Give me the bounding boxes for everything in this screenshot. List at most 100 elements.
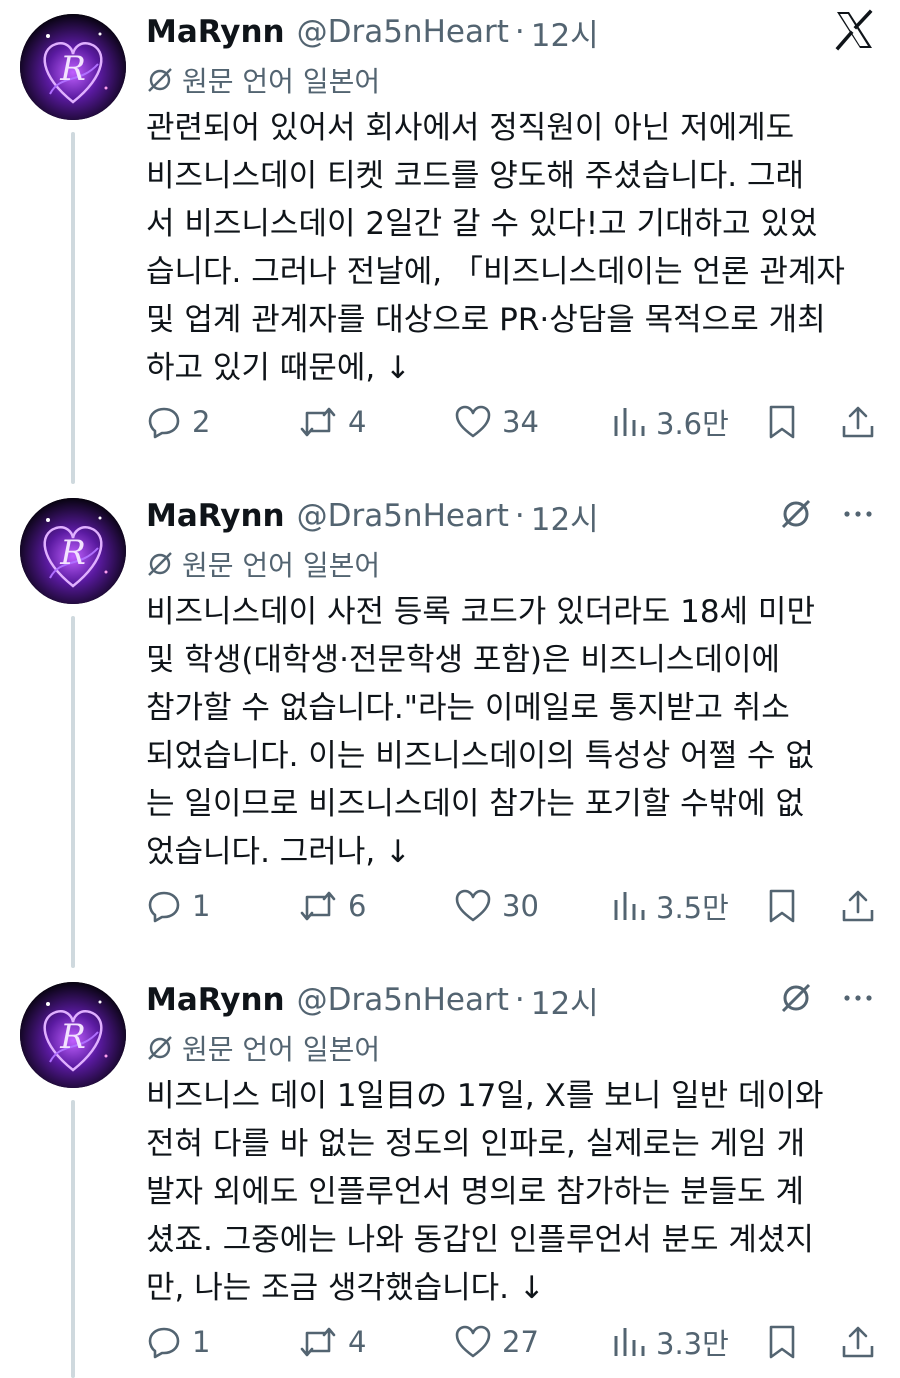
tweet-text: 비즈니스데이 사전 등록 코드가 있더라도 18세 미만 및 학생(대학생·전문… (146, 588, 886, 876)
user-handle[interactable]: @Dra5nHeart (297, 498, 509, 534)
action-bar: 1 4 27 3.3만 (146, 1318, 881, 1366)
reply-icon (148, 891, 180, 923)
bookmark-button[interactable] (766, 882, 808, 930)
text-line: 참가할 수 없습니다."라는 이메일로 통지받고 취소 (146, 690, 790, 726)
translate-icon[interactable] (778, 980, 814, 1016)
translate-icon[interactable] (778, 496, 814, 532)
bookmark-icon (769, 405, 795, 439)
reply-button[interactable]: 1 (146, 1318, 210, 1366)
tweet-text: 관련되어 있어서 회사에서 정직원이 아닌 저에게도 비즈니스데이 티켓 코드를… (146, 104, 886, 392)
x-logo-icon[interactable] (832, 8, 876, 52)
separator-dot: · (514, 14, 525, 50)
tweet-header: MaRynn @Dra5nHeart · 12시 (146, 494, 599, 538)
timestamp[interactable]: 12시 (531, 10, 599, 55)
repost-button[interactable]: 4 (298, 398, 366, 446)
share-button[interactable] (840, 1318, 886, 1366)
views-button[interactable]: 3.6만 (612, 398, 729, 446)
avatar[interactable]: R (20, 982, 126, 1088)
heart-icon (455, 889, 491, 922)
reply-icon (148, 407, 180, 439)
avatar[interactable]: R (20, 498, 126, 604)
share-icon (842, 406, 874, 438)
repost-icon (300, 891, 336, 921)
share-button[interactable] (840, 398, 886, 446)
text-line: 되었습니다. 이는 비즈니스데이의 특성상 어쩔 수 없 (146, 738, 814, 774)
translation-notice[interactable]: 원문 언어 일본어 (146, 546, 380, 582)
tweet[interactable]: R MaRynn @Dra5nHeart · 12시 원문 언어 일본어 비즈니… (0, 968, 900, 1378)
text-line: 하고 있기 때문에, ↓ (146, 350, 412, 386)
svg-text:R: R (59, 49, 86, 89)
reply-button[interactable]: 1 (146, 882, 210, 930)
translation-label: 원문 언어 일본어 (182, 549, 381, 582)
user-handle[interactable]: @Dra5nHeart (297, 14, 509, 50)
top-right-controls (832, 8, 876, 52)
analytics-icon (614, 1328, 645, 1356)
timestamp[interactable]: 12시 (531, 494, 599, 539)
like-count: 34 (502, 405, 539, 439)
translate-icon (148, 68, 172, 92)
action-bar: 2 4 34 3.6만 (146, 398, 881, 446)
avatar[interactable]: R (20, 14, 126, 120)
user-handle[interactable]: @Dra5nHeart (297, 982, 509, 1018)
timestamp[interactable]: 12시 (531, 978, 599, 1023)
tweet-header: MaRynn @Dra5nHeart · 12시 (146, 978, 599, 1022)
tweet-text: 비즈니스 데이 1일目の 17일, X를 보니 일반 데이와 전혀 다를 바 없… (146, 1072, 886, 1312)
like-button[interactable]: 30 (454, 882, 539, 930)
share-icon (842, 1326, 874, 1358)
view-count: 3.6만 (656, 407, 729, 441)
analytics-icon (614, 408, 645, 436)
separator-dot: · (514, 982, 525, 1018)
text-line: 습니다. 그러나 전날에, 「비즈니스데이는 언론 관계자 (146, 254, 845, 290)
more-options-icon[interactable] (840, 496, 876, 532)
bookmark-button[interactable] (766, 398, 808, 446)
display-name[interactable]: MaRynn (146, 498, 285, 534)
tweet[interactable]: R MaRynn @Dra5nHeart · 12시 원문 언어 일본어 관련되… (0, 0, 900, 484)
translation-notice[interactable]: 원문 언어 일본어 (146, 1030, 380, 1066)
text-line: 비즈니스데이 티켓 코드를 양도해 주셨습니다. 그래 (146, 158, 805, 194)
repost-icon (300, 1327, 336, 1357)
text-line: 비즈니스데이 사전 등록 코드가 있더라도 18세 미만 (146, 594, 815, 630)
top-right-controls (778, 496, 876, 532)
bookmark-button[interactable] (766, 1318, 808, 1366)
view-count: 3.5만 (656, 891, 729, 925)
like-button[interactable]: 34 (454, 398, 539, 446)
like-button[interactable]: 27 (454, 1318, 539, 1366)
translate-icon (148, 1036, 172, 1060)
display-name[interactable]: MaRynn (146, 982, 285, 1018)
text-line: 서 비즈니스데이 2일간 갈 수 있다!고 기대하고 있었 (146, 206, 818, 242)
reply-count: 1 (192, 1325, 211, 1359)
reply-icon (148, 1327, 180, 1359)
like-count: 27 (502, 1325, 539, 1359)
svg-text:R: R (59, 533, 86, 573)
translation-label: 원문 언어 일본어 (182, 1033, 381, 1066)
share-icon (842, 890, 874, 922)
like-count: 30 (502, 889, 539, 923)
repost-button[interactable]: 4 (298, 1318, 366, 1366)
bookmark-icon (769, 889, 795, 923)
text-line: 셨죠. 그중에는 나와 동갑인 인플루언서 분도 계셨지 (146, 1222, 814, 1258)
separator-dot: · (514, 498, 525, 534)
repost-icon (300, 407, 336, 437)
views-button[interactable]: 3.3만 (612, 1318, 729, 1366)
translate-icon (148, 552, 172, 576)
text-line: 발자 외에도 인플루언서 명의로 참가하는 분들도 계 (146, 1174, 805, 1210)
share-button[interactable] (840, 882, 886, 930)
text-line: 는 일이므로 비즈니스데이 참가는 포기할 수밖에 없 (146, 786, 805, 822)
display-name[interactable]: MaRynn (146, 14, 285, 50)
reply-button[interactable]: 2 (146, 398, 210, 446)
view-count: 3.3만 (656, 1327, 729, 1361)
text-line: 비즈니스 데이 1일目の 17일, X를 보니 일반 데이와 (146, 1078, 824, 1114)
translation-label: 원문 언어 일본어 (182, 65, 381, 98)
tweet-header: MaRynn @Dra5nHeart · 12시 (146, 10, 599, 54)
tweet[interactable]: R MaRynn @Dra5nHeart · 12시 원문 언어 일본어 비즈니… (0, 484, 900, 968)
repost-count: 6 (348, 889, 367, 923)
repost-count: 4 (348, 1325, 367, 1359)
text-line: 관련되어 있어서 회사에서 정직원이 아닌 저에게도 (146, 110, 795, 146)
views-button[interactable]: 3.5만 (612, 882, 729, 930)
reply-count: 2 (192, 405, 211, 439)
avatar-image: R (20, 982, 126, 1088)
repost-button[interactable]: 6 (298, 882, 366, 930)
translation-notice[interactable]: 원문 언어 일본어 (146, 62, 380, 98)
heart-icon (455, 405, 491, 438)
more-options-icon[interactable] (840, 980, 876, 1016)
